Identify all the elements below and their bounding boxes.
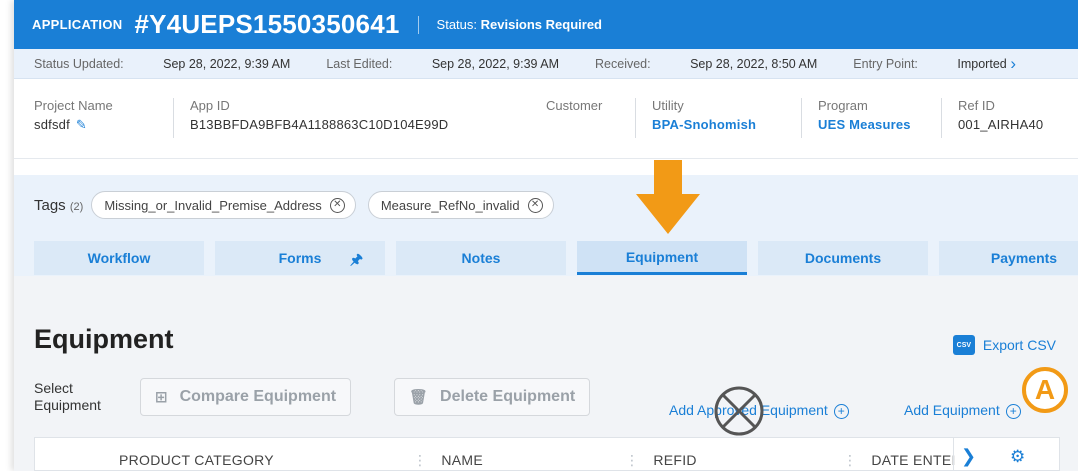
column-header[interactable]: PRODUCT CATEGORY <box>119 452 274 468</box>
column-resize-icon: ⋮ <box>625 452 640 468</box>
utility-link[interactable]: BPA-Snohomish <box>652 117 783 132</box>
down-arrow-annotation-icon <box>636 160 700 234</box>
status-updated: Status Updated: Sep 28, 2022, 9:39 AM <box>34 56 291 71</box>
add-equipment-link[interactable]: Add Equipment + <box>904 402 1021 419</box>
equipment-table-header: PRODUCT CATEGORY ⋮ NAME ⋮ REFID ⋮ DATE ENTE… <box>34 437 1060 471</box>
pencil-icon[interactable]: ✎ <box>76 117 87 133</box>
circle-x-annotation-icon <box>714 386 764 436</box>
export-csv-label: Export CSV <box>982 337 1056 353</box>
app-id-value: B13BBFDA9BFB4A1188863C10D104E99D <box>190 117 449 132</box>
tab-documents[interactable]: Documents <box>758 241 928 275</box>
project-name-field: Project Name sdfsdf ✎ <box>34 98 174 138</box>
pin-icon[interactable]: 🖈 <box>350 249 363 273</box>
tags-and-tabs-panel: Tags (2) Missing_or_Invalid_Premise_Addr… <box>14 175 1078 276</box>
tags-label: Tags (2) <box>34 196 84 214</box>
select-equipment-label: Select Equipment <box>34 380 101 413</box>
utility-field: Utility BPA-Snohomish <box>652 98 802 138</box>
export-csv-button[interactable]: CSV Export CSV <box>952 335 1056 355</box>
program-field: Program UES Measures <box>818 98 942 138</box>
entry-point: Entry Point: Imported <box>853 56 1007 71</box>
ref-id-field: Ref ID 001_AIRHA40 <box>958 98 1044 132</box>
column-divider <box>953 438 954 471</box>
remove-tag-icon[interactable]: ✕ <box>329 197 345 213</box>
column-resize-icon: ⋮ <box>843 452 858 468</box>
tab-workflow[interactable]: Workflow <box>34 241 204 275</box>
plus-circle-icon: + <box>1005 404 1021 419</box>
annotation-badge: A <box>1022 367 1068 413</box>
application-id: #Y4UEPS1550350641 <box>134 9 400 39</box>
application-header: APPLICATION #Y4UEPS1550350641 Status: Re… <box>14 0 1078 49</box>
project-name-value: sdfsdf <box>34 117 70 132</box>
application-label: APPLICATION <box>32 17 123 32</box>
csv-file-icon: CSV <box>952 335 975 355</box>
equipment-section: Equipment CSV Export CSV Select Equipmen… <box>14 276 1078 471</box>
chevron-right-icon[interactable]: ❯ <box>961 446 976 467</box>
status-label: Status: <box>436 17 477 32</box>
chevron-right-icon[interactable]: › <box>1010 54 1016 74</box>
plus-circle-icon: + <box>833 404 849 419</box>
remove-tag-icon[interactable]: ✕ <box>527 197 543 213</box>
compare-equipment-button[interactable]: ⊞ Compare Equipment <box>140 378 352 416</box>
customer-field: Customer <box>546 98 636 138</box>
tab-payments[interactable]: Payments <box>939 241 1078 275</box>
column-resize-icon: ⋮ <box>413 452 428 468</box>
header-divider <box>417 15 419 34</box>
last-edited: Last Edited: Sep 28, 2022, 9:39 AM <box>326 56 560 71</box>
ref-id-value: 001_AIRHA40 <box>958 117 1044 132</box>
trash-icon: 🗑 <box>409 389 429 406</box>
compare-icon: ⊞ <box>155 389 168 406</box>
column-header[interactable]: ⋮ NAME <box>413 452 483 469</box>
program-link[interactable]: UES Measures <box>818 117 923 132</box>
app-id-field: App ID B13BBFDA9BFB4A1188863C10D104E99D <box>190 98 530 138</box>
app-frame: APPLICATION #Y4UEPS1550350641 Status: Re… <box>14 0 1078 471</box>
tab-equipment[interactable]: Equipment <box>577 241 747 275</box>
column-header[interactable]: ⋮ DATE ENTEI <box>843 452 956 469</box>
status-text: Status: Revisions Required <box>437 17 602 32</box>
tag-chip[interactable]: Missing_or_Invalid_Premise_Address ✕ <box>91 191 356 219</box>
tab-notes[interactable]: Notes <box>396 241 566 275</box>
tag-chip[interactable]: Measure_RefNo_invalid ✕ <box>367 191 554 219</box>
delete-equipment-button[interactable]: 🗑 Delete Equipment <box>394 378 591 416</box>
received: Received: Sep 28, 2022, 8:50 AM <box>595 56 818 71</box>
application-info-row: Project Name sdfsdf ✎ App ID B13BBFDA9BFB… <box>14 79 1078 159</box>
status-value: Revisions Required <box>480 17 602 32</box>
status-subheader: Status Updated: Sep 28, 2022, 9:39 AM La… <box>14 49 1078 79</box>
column-header[interactable]: ⋮ REFID <box>625 452 697 469</box>
tags-row: Tags (2) Missing_or_Invalid_Premise_Addr… <box>14 175 1078 219</box>
section-tabs: Workflow Forms 🖈 Notes Equipment Document… <box>34 241 1078 275</box>
gear-icon[interactable]: ⚙ <box>1010 447 1025 467</box>
page-title: Equipment <box>34 324 174 354</box>
tab-forms[interactable]: Forms 🖈 <box>215 241 385 275</box>
